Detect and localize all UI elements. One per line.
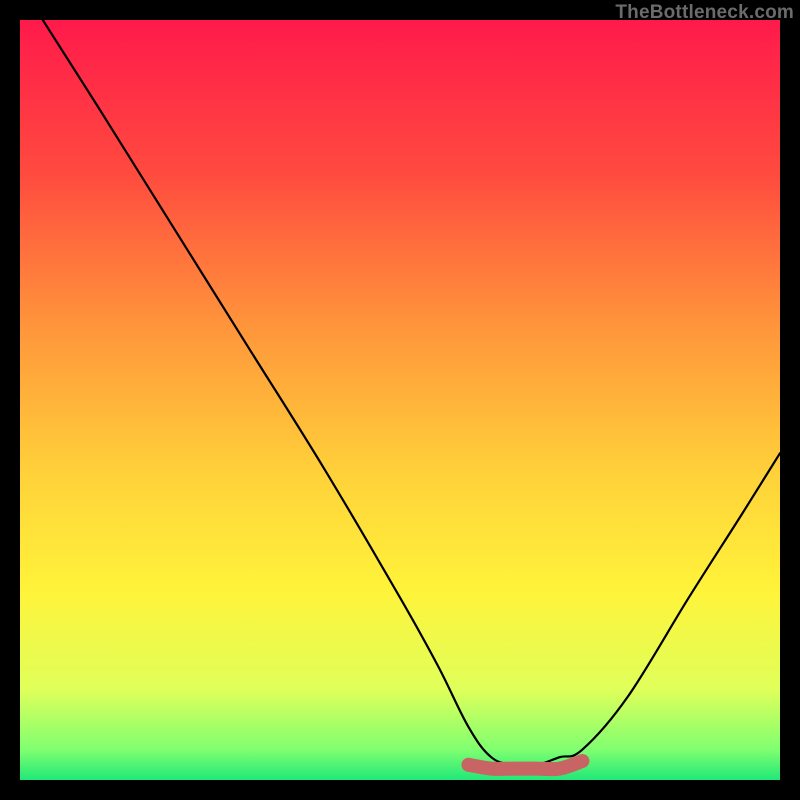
curve-layer — [20, 20, 780, 780]
bottleneck-curve — [43, 20, 780, 766]
chart-container: TheBottleneck.com — [0, 0, 800, 800]
optimal-range-band — [468, 761, 582, 769]
plot-area — [20, 20, 780, 780]
